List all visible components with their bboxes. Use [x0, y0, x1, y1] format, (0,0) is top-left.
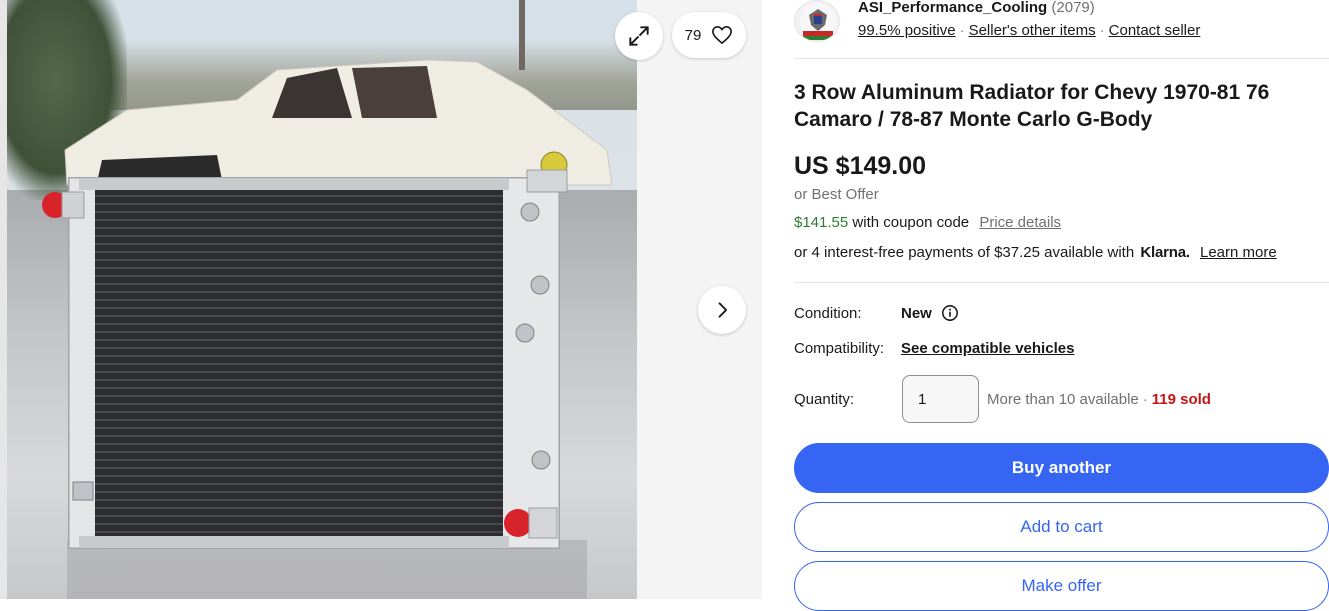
divider: [794, 282, 1329, 283]
heart-icon: [712, 25, 733, 45]
klarna-text: or 4 interest-free payments of $37.25 av…: [794, 244, 1135, 261]
seller-seal-logo: [800, 3, 836, 40]
contact-seller-link[interactable]: Contact seller: [1109, 22, 1201, 39]
make-offer-button[interactable]: Make offer: [794, 561, 1329, 611]
watch-count: 79: [684, 26, 702, 44]
klarna-logo: Klarna.: [1140, 244, 1190, 261]
seller-card: ASI_Performance_Cooling (2079) 99.5% pos…: [794, 0, 1329, 44]
expand-arrows-icon: [629, 26, 649, 46]
coupon-price: $141.55: [794, 214, 849, 231]
seller-other-items-link[interactable]: Seller's other items: [969, 22, 1096, 39]
klarna-line: or 4 interest-free payments of $37.25 av…: [794, 244, 1277, 261]
separator-dot: ·: [1099, 22, 1105, 39]
image-gallery: 79: [0, 0, 762, 599]
divider: [794, 58, 1329, 59]
availability-text: More than 10 available: [987, 391, 1139, 408]
quantity-input[interactable]: [902, 375, 979, 423]
compatibility-label: Compatibility:: [794, 340, 885, 357]
expand-image-button[interactable]: [615, 12, 663, 60]
product-photo[interactable]: [7, 0, 637, 599]
learn-more-link[interactable]: Learn more: [1200, 244, 1277, 261]
see-compatible-vehicles-link[interactable]: See compatible vehicles: [901, 340, 1074, 357]
seller-feedback-count: (2079): [1051, 0, 1095, 16]
seller-name-line: ASI_Performance_Cooling (2079): [858, 0, 1095, 16]
condition-value: New: [901, 305, 932, 322]
listing-panel: ASI_Performance_Cooling (2079) 99.5% pos…: [794, 0, 1329, 611]
info-icon[interactable]: [941, 304, 959, 322]
seller-avatar[interactable]: [794, 0, 840, 42]
add-to-cart-button[interactable]: Add to cart: [794, 502, 1329, 552]
seller-links: 99.5% positive · Seller's other items · Cont…: [858, 22, 1200, 39]
coupon-line: $141.55 with coupon code Price details: [794, 214, 1061, 231]
best-offer-text: or Best Offer: [794, 186, 879, 203]
buy-another-button[interactable]: Buy another: [794, 443, 1329, 493]
price-details-link[interactable]: Price details: [979, 214, 1061, 231]
quantity-label: Quantity:: [794, 391, 855, 408]
separator-dot: ·: [959, 22, 965, 39]
seller-positive-link[interactable]: 99.5% positive: [858, 22, 956, 39]
coupon-text: with coupon code: [852, 214, 970, 231]
watch-button[interactable]: 79: [672, 12, 746, 58]
gallery-edge: [0, 0, 7, 599]
separator-dot: ·: [1142, 391, 1148, 408]
seller-name-link[interactable]: ASI_Performance_Cooling: [858, 0, 1047, 16]
next-image-button[interactable]: [698, 286, 746, 334]
availability-line: More than 10 available · 119 sold: [987, 391, 1211, 408]
listing-title: 3 Row Aluminum Radiator for Chevy 1970-8…: [794, 81, 1270, 131]
listing-price: US $149.00: [794, 152, 927, 180]
radiator-illustration: [42, 59, 613, 599]
sold-count: 119 sold: [1151, 391, 1211, 408]
chevron-right-icon: [718, 302, 728, 318]
condition-label: Condition:: [794, 305, 862, 322]
